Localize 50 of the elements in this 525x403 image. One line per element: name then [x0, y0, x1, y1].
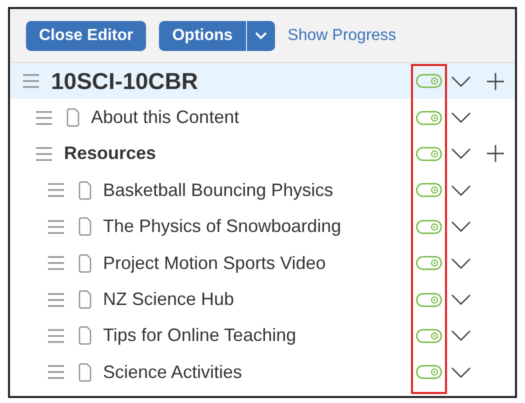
chevron-down-icon[interactable]: [451, 76, 471, 87]
show-progress-link[interactable]: Show Progress: [288, 24, 396, 48]
item-title: Resources: [64, 142, 158, 166]
item-title: NZ Science Hub: [103, 288, 236, 312]
visibility-toggle[interactable]: [416, 365, 442, 380]
drag-handle-icon[interactable]: [47, 292, 65, 307]
options-button[interactable]: Options: [159, 20, 275, 50]
page-icon: [78, 362, 92, 382]
page-icon: [66, 108, 80, 128]
caret-icon: [254, 32, 267, 40]
drag-handle-icon[interactable]: [47, 365, 65, 380]
add-icon[interactable]: [486, 72, 504, 90]
close-editor-button[interactable]: Close Editor: [26, 20, 146, 50]
drag-handle-icon[interactable]: [47, 328, 65, 343]
item-title: 10SCI-10CBR: [51, 66, 199, 96]
add-icon[interactable]: [486, 145, 504, 162]
visibility-toggle[interactable]: [416, 110, 442, 125]
item-title: Project Motion Sports Video: [103, 252, 327, 275]
visibility-toggle[interactable]: [416, 256, 442, 270]
drag-handle-icon[interactable]: [47, 183, 65, 198]
page-icon: [78, 254, 92, 273]
item-title: Science Activities: [103, 360, 244, 384]
visibility-toggle[interactable]: [416, 146, 442, 161]
visibility-toggle[interactable]: [416, 220, 442, 234]
chevron-down-icon[interactable]: [451, 221, 471, 232]
chevron-down-icon[interactable]: [451, 294, 471, 306]
drag-handle-icon[interactable]: [47, 220, 65, 234]
visibility-toggle[interactable]: [416, 292, 442, 307]
page-icon: [78, 290, 92, 310]
drag-handle-icon[interactable]: [35, 146, 53, 161]
visibility-toggle[interactable]: [416, 74, 442, 88]
chevron-down-icon[interactable]: [451, 366, 471, 378]
drag-handle-icon[interactable]: [47, 256, 65, 270]
drag-handle-icon[interactable]: [35, 110, 53, 125]
page-icon: [78, 326, 92, 346]
item-title: Basketball Bouncing Physics: [103, 178, 334, 202]
chevron-down-icon[interactable]: [451, 184, 471, 196]
page-icon: [78, 217, 92, 236]
visibility-toggle[interactable]: [416, 328, 442, 343]
page-icon: [78, 180, 92, 200]
visibility-toggle[interactable]: [416, 183, 442, 198]
chevron-down-icon[interactable]: [451, 258, 471, 269]
item-title: Tips for Online Teaching: [103, 324, 298, 348]
item-title: About this Content: [91, 106, 240, 130]
chevron-down-icon[interactable]: [451, 148, 471, 160]
tree-row[interactable]: 10SCI-10CBR: [10, 63, 515, 100]
chevron-down-icon[interactable]: [451, 330, 471, 342]
item-title: The Physics of Snowboarding: [103, 215, 342, 238]
chevron-down-icon[interactable]: [451, 112, 471, 124]
drag-handle-icon[interactable]: [22, 74, 40, 88]
